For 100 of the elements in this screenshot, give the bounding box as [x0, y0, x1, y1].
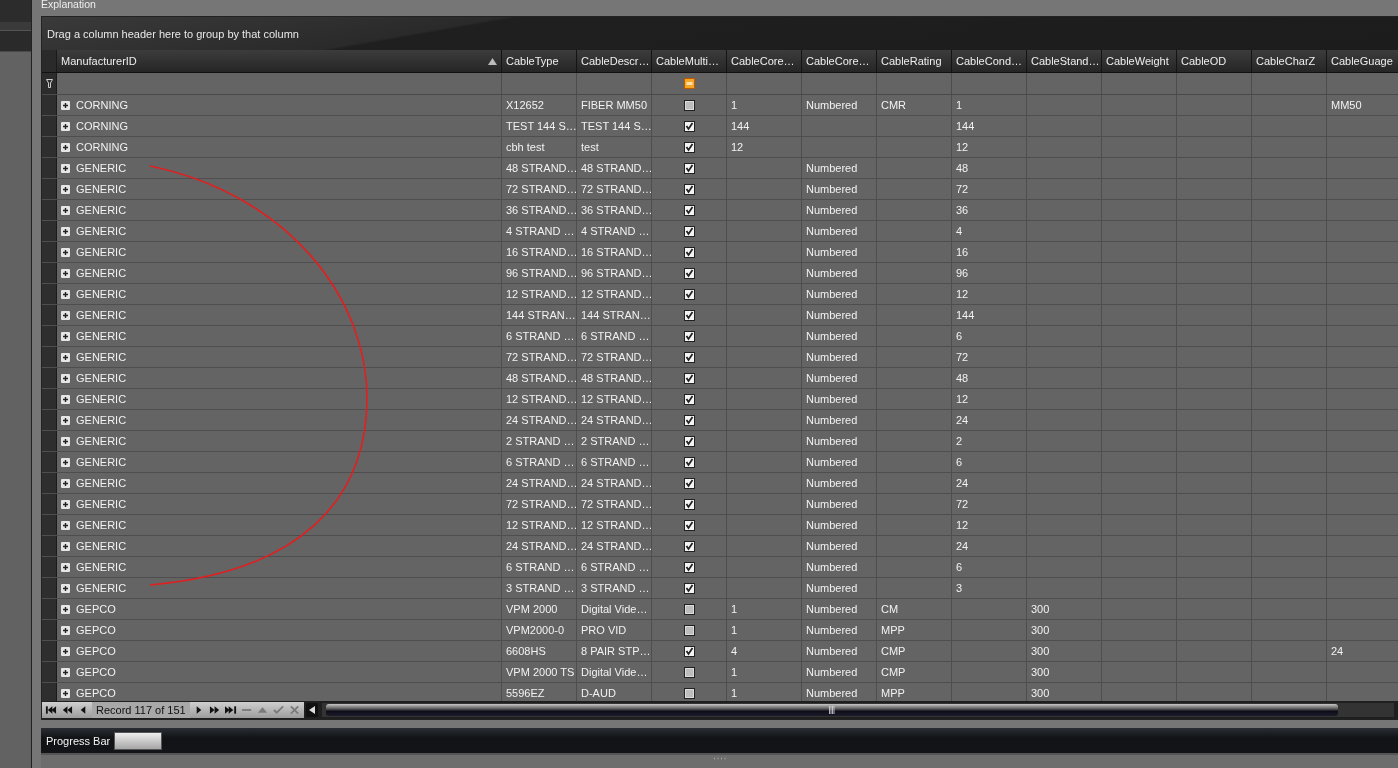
expand-icon[interactable] — [61, 289, 70, 299]
table-cell: GEPCO — [76, 603, 116, 615]
column-header[interactable]: CableStand… — [1031, 55, 1100, 67]
expand-icon[interactable] — [61, 646, 70, 656]
expand-icon[interactable] — [61, 478, 70, 488]
table-cell: GENERIC — [76, 288, 127, 300]
column-header[interactable]: CableType — [506, 55, 559, 67]
checkbox[interactable] — [683, 246, 695, 258]
checkbox[interactable] — [683, 666, 695, 678]
filter-icon[interactable] — [45, 79, 53, 88]
column-header[interactable]: ManufacturerID — [61, 55, 137, 67]
table-cell: Numbered — [806, 645, 858, 657]
expand-icon[interactable] — [61, 247, 70, 257]
expand-icon[interactable] — [61, 121, 70, 131]
checkbox[interactable] — [683, 477, 695, 489]
expand-icon[interactable] — [61, 268, 70, 278]
expand-icon[interactable] — [61, 352, 70, 362]
expand-icon[interactable] — [61, 562, 70, 572]
column-header[interactable]: CableOD — [1181, 55, 1227, 67]
column-header[interactable]: CableWeight — [1106, 55, 1169, 67]
expand-icon[interactable] — [61, 373, 70, 383]
expand-icon[interactable] — [61, 667, 70, 677]
checkbox[interactable] — [683, 519, 695, 531]
checkbox[interactable] — [683, 351, 695, 363]
checkbox[interactable] — [683, 267, 695, 279]
table-cell: 48 — [956, 162, 969, 174]
table-cell: 48 STRAND… — [506, 162, 578, 174]
expand-icon[interactable] — [61, 688, 70, 698]
table-cell: Numbered — [806, 582, 858, 594]
expand-icon[interactable] — [61, 436, 70, 446]
checkbox[interactable] — [683, 582, 695, 594]
checkbox[interactable] — [683, 603, 695, 615]
column-header[interactable]: CableGuage — [1331, 55, 1393, 67]
expand-icon[interactable] — [61, 100, 70, 110]
expand-icon[interactable] — [61, 541, 70, 551]
checkbox[interactable] — [683, 99, 695, 111]
checkbox[interactable] — [683, 456, 695, 468]
filter-state-icon[interactable] — [683, 78, 695, 89]
expand-icon[interactable] — [61, 205, 70, 215]
expand-icon[interactable] — [61, 499, 70, 509]
panel-title: Explanation — [41, 0, 96, 10]
column-header[interactable]: CableMulti… — [656, 55, 719, 67]
checkbox[interactable] — [683, 204, 695, 216]
table-cell: CMR — [881, 99, 907, 111]
table-cell: 4 — [731, 645, 738, 657]
column-header[interactable]: CableDescr… — [581, 55, 650, 67]
table-cell: 72 STRAND… — [581, 183, 653, 195]
column-header[interactable]: CableCore… — [731, 55, 795, 67]
column-header[interactable]: CableCharZ — [1256, 55, 1316, 67]
checkbox[interactable] — [683, 435, 695, 447]
checkbox[interactable] — [683, 225, 695, 237]
expand-icon[interactable] — [61, 415, 70, 425]
expand-icon[interactable] — [61, 604, 70, 614]
checkbox[interactable] — [683, 393, 695, 405]
column-header[interactable]: CableCond… — [956, 55, 1023, 67]
table-cell: 3 STRAND … — [506, 582, 575, 594]
column-header[interactable]: CableCore… — [806, 55, 870, 67]
scrollbar-thumb[interactable] — [325, 704, 1338, 716]
table-cell: GENERIC — [76, 372, 127, 384]
table-cell: 24 STRAND… — [506, 414, 578, 426]
horizontal-scrollbar[interactable] — [321, 703, 1394, 717]
checkbox[interactable] — [683, 561, 695, 573]
checkbox[interactable] — [683, 645, 695, 657]
column-header[interactable]: CableRating — [881, 55, 942, 67]
expand-icon[interactable] — [61, 163, 70, 173]
table-cell: CMP — [881, 645, 906, 657]
expand-icon[interactable] — [61, 457, 70, 467]
checkbox[interactable] — [683, 120, 695, 132]
record-label: Record 117 of 151 — [92, 702, 190, 718]
table-cell: Numbered — [806, 351, 858, 363]
checkbox[interactable] — [683, 414, 695, 426]
checkbox[interactable] — [683, 141, 695, 153]
expand-icon[interactable] — [61, 625, 70, 635]
expand-icon[interactable] — [61, 520, 70, 530]
table-cell: 6608HS — [506, 645, 546, 657]
expand-icon[interactable] — [61, 184, 70, 194]
expand-icon[interactable] — [61, 142, 70, 152]
checkbox[interactable] — [683, 687, 695, 699]
sort-ascending-icon[interactable] — [488, 57, 497, 65]
checkbox[interactable] — [683, 162, 695, 174]
checkbox[interactable] — [683, 330, 695, 342]
table-cell: 96 STRAND… — [581, 267, 653, 279]
checkbox[interactable] — [683, 540, 695, 552]
table-cell: PRO VID — [581, 624, 627, 636]
table-cell: MPP — [881, 687, 905, 699]
expand-icon[interactable] — [61, 226, 70, 236]
expand-icon[interactable] — [61, 310, 70, 320]
checkbox[interactable] — [683, 372, 695, 384]
table-cell: GENERIC — [76, 540, 127, 552]
last-record-icon[interactable] — [223, 703, 238, 717]
checkbox[interactable] — [683, 624, 695, 636]
expand-icon[interactable] — [61, 331, 70, 341]
checkbox[interactable] — [683, 309, 695, 321]
first-record-icon[interactable] — [44, 703, 58, 717]
expand-icon[interactable] — [61, 583, 70, 593]
checkbox[interactable] — [683, 288, 695, 300]
checkbox[interactable] — [683, 183, 695, 195]
checkbox[interactable] — [683, 498, 695, 510]
scroll-left-icon[interactable] — [305, 703, 318, 717]
expand-icon[interactable] — [61, 394, 70, 404]
